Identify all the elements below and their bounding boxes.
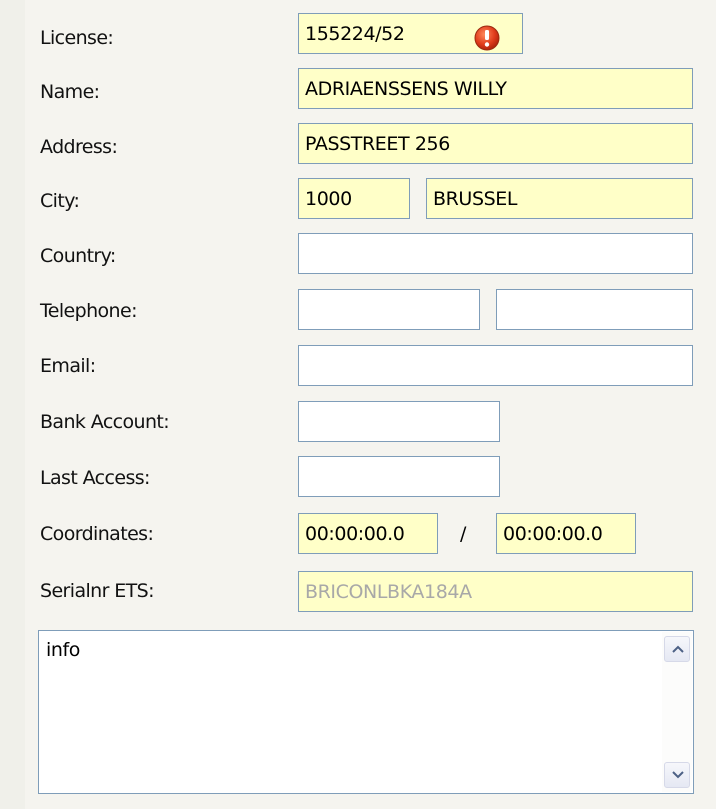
license-label: License:: [40, 27, 114, 49]
scroll-up-button[interactable]: [664, 636, 690, 662]
telephone-input-1[interactable]: [298, 289, 480, 330]
address-input[interactable]: [298, 123, 693, 164]
info-scrollbar[interactable]: [662, 632, 692, 792]
info-textarea[interactable]: info: [38, 630, 694, 794]
serialnr-input: [298, 571, 693, 612]
chevron-up-icon: [672, 645, 684, 653]
country-label: Country:: [40, 245, 116, 267]
info-text: info: [46, 639, 81, 661]
address-label: Address:: [40, 136, 118, 158]
email-input[interactable]: [298, 345, 693, 386]
last-access-input[interactable]: [298, 456, 500, 497]
email-label: Email:: [40, 355, 96, 377]
city-label: City:: [40, 190, 80, 212]
serialnr-label: Serialnr ETS:: [40, 580, 155, 602]
last-access-label: Last Access:: [40, 467, 150, 489]
name-label: Name:: [40, 81, 100, 103]
error-icon: [474, 25, 500, 51]
coordinates-label: Coordinates:: [40, 523, 154, 545]
coordinates-separator: /: [460, 523, 467, 545]
coordinate-input-1[interactable]: [298, 513, 438, 554]
scroll-down-button[interactable]: [664, 762, 690, 788]
name-input[interactable]: [298, 68, 693, 109]
postal-code-input[interactable]: [298, 178, 410, 219]
coordinate-input-2[interactable]: [496, 513, 636, 554]
country-input[interactable]: [298, 233, 693, 274]
telephone-input-2[interactable]: [496, 289, 693, 330]
bank-account-input[interactable]: [298, 401, 500, 442]
city-input[interactable]: [426, 178, 693, 219]
bank-account-label: Bank Account:: [40, 411, 170, 433]
telephone-label: Telephone:: [40, 300, 138, 322]
chevron-down-icon: [672, 771, 684, 779]
